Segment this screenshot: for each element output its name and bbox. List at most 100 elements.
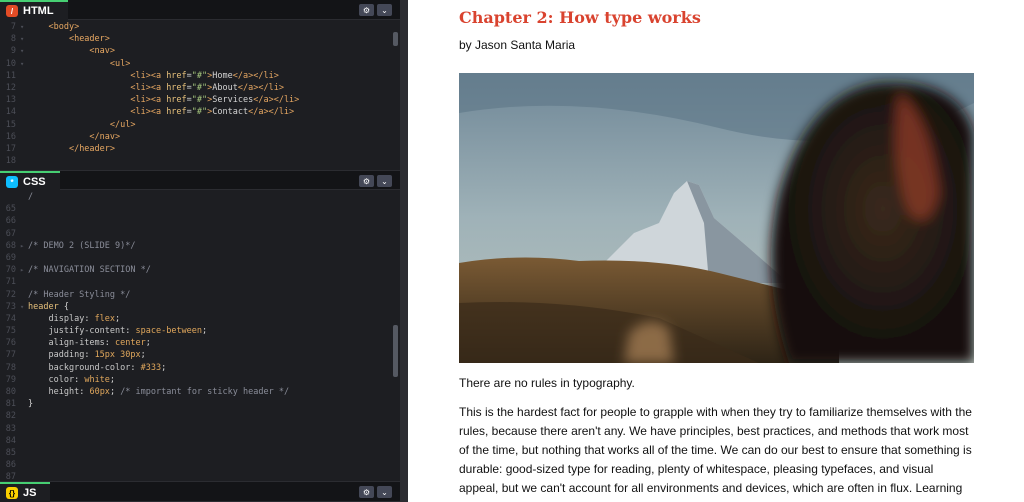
byline: by Jason Santa Maria bbox=[459, 38, 576, 52]
css-code-line[interactable]: 82 bbox=[0, 410, 400, 422]
line-number: 73 bbox=[5, 301, 16, 312]
html-code-line[interactable]: 17 </header> bbox=[0, 143, 400, 155]
line-number: 74 bbox=[5, 313, 16, 324]
html-code-area[interactable]: 7 ▾ <body> 8 ▾ <header> 9 ▾ <nav> 10 ▾ <ul> 11 <… bbox=[0, 21, 400, 168]
html-code-line[interactable]: 16 </nav> bbox=[0, 131, 400, 143]
js-settings-button[interactable]: ⚙ bbox=[359, 486, 374, 498]
html-code-line[interactable]: 13 <li><a href="#">Services</a></li> bbox=[0, 94, 400, 106]
html-code-line[interactable]: 14 <li><a href="#">Contact</a></li> bbox=[0, 106, 400, 118]
line-number: 7 bbox=[10, 22, 16, 32]
css-code-line[interactable]: 81} bbox=[0, 398, 400, 410]
css-code-line[interactable]: 66 bbox=[0, 215, 400, 227]
line-number: 16 bbox=[5, 131, 16, 142]
js-collapse-button[interactable]: ⌄ bbox=[377, 486, 392, 498]
css-code-line[interactable]: 67 bbox=[0, 228, 400, 240]
css-code-line[interactable]: 78 background-color: #333; bbox=[0, 362, 400, 374]
css-code-line[interactable]: 83 bbox=[0, 423, 400, 435]
line-number: 86 bbox=[5, 460, 16, 471]
css-code-line[interactable]: 84 bbox=[0, 435, 400, 447]
html-tab-label: HTML bbox=[23, 5, 54, 17]
css-code-area[interactable]: /65 66 67 68 ▸/* DEMO 2 (SLIDE 9)*/69 70 ▸/* N… bbox=[0, 191, 400, 479]
css-code-line[interactable]: 85 bbox=[0, 447, 400, 459]
code-text: /* NAVIGATION SECTION */ bbox=[28, 265, 151, 276]
html-scrollbar[interactable] bbox=[393, 32, 398, 46]
css-code-line[interactable]: 65 bbox=[0, 203, 400, 215]
js-tab-label: JS bbox=[23, 487, 37, 499]
line-number: 69 bbox=[5, 252, 16, 263]
css-code-line[interactable]: 80 height: 60px; /* important for sticky… bbox=[0, 386, 400, 398]
html-code-line[interactable]: 12 <li><a href="#">About</a></li> bbox=[0, 82, 400, 94]
chapter-title: Chapter 2: How type works bbox=[459, 8, 701, 27]
html-code-line[interactable]: 18 bbox=[0, 155, 400, 167]
line-number: 79 bbox=[5, 374, 16, 385]
html-tab[interactable]: / HTML bbox=[0, 0, 68, 20]
fold-toggle-icon[interactable]: ▾ bbox=[20, 33, 28, 45]
line-number: 83 bbox=[5, 423, 16, 434]
code-text: </ul> bbox=[109, 119, 136, 130]
fold-toggle-icon bbox=[20, 106, 28, 118]
line-number: 75 bbox=[5, 326, 16, 337]
css-code-line[interactable]: 74 display: flex; bbox=[0, 313, 400, 325]
js-tab[interactable]: {} JS bbox=[0, 482, 51, 502]
html-code-line[interactable]: 8 ▾ <header> bbox=[0, 33, 400, 45]
line-number: 76 bbox=[5, 338, 16, 349]
css-code-line[interactable]: 73 ▾ header { bbox=[0, 301, 400, 313]
html-collapse-button[interactable]: ⌄ bbox=[377, 4, 392, 16]
css-code-line[interactable]: 76 align-items: center; bbox=[0, 337, 400, 349]
line-number: 10 bbox=[5, 58, 16, 69]
css-code-line[interactable]: / bbox=[0, 191, 400, 203]
css-badge-icon: * bbox=[6, 176, 18, 188]
html-code-line[interactable]: 11 <li><a href="#">Home</a></li> bbox=[0, 70, 400, 82]
css-panel-header: * CSS ⚙ ⌄ bbox=[0, 170, 400, 191]
code-text: <ul> bbox=[109, 58, 131, 69]
code-text: padding: 15px 30px; bbox=[48, 350, 146, 361]
fold-toggle-icon bbox=[20, 313, 28, 325]
css-code-line[interactable]: 77 padding: 15px 30px; bbox=[0, 349, 400, 361]
line-number: 17 bbox=[5, 143, 16, 154]
code-text: align-items: center; bbox=[48, 338, 151, 349]
css-collapse-button[interactable]: ⌄ bbox=[377, 175, 392, 187]
css-code-line[interactable]: 72 /* Header Styling */ bbox=[0, 289, 400, 301]
fold-toggle-icon[interactable]: ▾ bbox=[20, 45, 28, 57]
js-badge-icon: {} bbox=[6, 487, 18, 499]
line-number: 14 bbox=[5, 107, 16, 118]
code-text: <header> bbox=[68, 34, 110, 45]
fold-toggle-icon[interactable]: ▸ bbox=[20, 264, 28, 276]
code-text: <li><a href="#">Services</a></li> bbox=[130, 95, 300, 106]
css-tab[interactable]: * CSS bbox=[0, 171, 60, 191]
css-code-line[interactable]: 79 color: white; bbox=[0, 374, 400, 386]
fold-toggle-icon bbox=[20, 131, 28, 143]
fold-toggle-icon[interactable]: ▸ bbox=[20, 240, 28, 252]
css-code-line[interactable]: 75 justify-content: space-between; bbox=[0, 325, 400, 337]
fold-toggle-icon bbox=[20, 119, 28, 131]
fold-toggle-icon bbox=[20, 289, 28, 301]
fold-toggle-icon[interactable]: ▾ bbox=[20, 21, 28, 33]
fold-toggle-icon[interactable]: ▾ bbox=[20, 301, 28, 313]
html-code-line[interactable]: 9 ▾ <nav> bbox=[0, 45, 400, 57]
resize-divider[interactable] bbox=[400, 0, 408, 502]
html-code-line[interactable]: 7 ▾ <body> bbox=[0, 21, 400, 33]
code-text: <body> bbox=[48, 22, 80, 32]
css-code-line[interactable]: 71 bbox=[0, 276, 400, 288]
css-tab-label: CSS bbox=[23, 176, 46, 188]
css-code-line[interactable]: 68 ▸/* DEMO 2 (SLIDE 9)*/ bbox=[0, 240, 400, 252]
css-settings-button[interactable]: ⚙ bbox=[359, 175, 374, 187]
css-code-line[interactable]: 70 ▸/* NAVIGATION SECTION */ bbox=[0, 264, 400, 276]
fold-toggle-icon bbox=[20, 410, 28, 422]
html-code-line[interactable]: 15 </ul> bbox=[0, 119, 400, 131]
html-badge-icon: / bbox=[6, 5, 18, 17]
css-scrollbar[interactable] bbox=[393, 325, 398, 377]
fold-toggle-icon[interactable]: ▾ bbox=[20, 58, 28, 70]
html-code-line[interactable]: 10 ▾ <ul> bbox=[0, 58, 400, 70]
css-code-line[interactable]: 87 bbox=[0, 471, 400, 479]
line-number: 87 bbox=[5, 472, 16, 479]
css-code-line[interactable]: 86 bbox=[0, 459, 400, 471]
line-number: 15 bbox=[5, 119, 16, 130]
line-number: 18 bbox=[5, 156, 16, 167]
css-code-line[interactable]: 69 bbox=[0, 252, 400, 264]
code-text: background-color: #333; bbox=[48, 362, 167, 373]
line-number bbox=[0, 191, 20, 203]
fold-toggle-icon bbox=[20, 215, 28, 227]
fold-toggle-icon bbox=[20, 276, 28, 288]
html-settings-button[interactable]: ⚙ bbox=[359, 4, 374, 16]
